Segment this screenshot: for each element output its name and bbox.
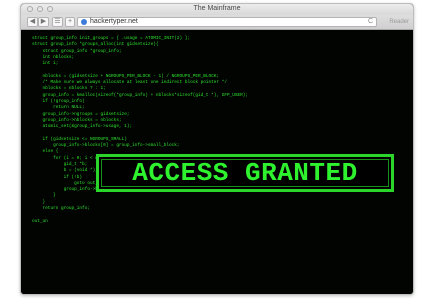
new-tab-button[interactable]: + [65, 17, 75, 27]
forward-button[interactable]: ▶ [38, 17, 49, 27]
reload-icon[interactable]: C [368, 18, 373, 26]
back-button[interactable]: ◀ [27, 17, 38, 27]
window-title: The Mainframe [193, 5, 241, 12]
address-url: hackertyper.net [90, 18, 138, 25]
terminal-screen[interactable]: struct group_info init_groups = { .usage… [21, 30, 413, 294]
access-granted-banner: ACCESS GRANTED [96, 154, 394, 192]
address-bar[interactable]: hackertyper.net C [77, 17, 377, 27]
reader-button[interactable]: Reader [389, 17, 409, 27]
sidebar-button[interactable]: ☰ [52, 17, 63, 27]
browser-toolbar: ◀ ▶ ☰ + hackertyper.net C Reader [21, 15, 413, 30]
globe-icon [81, 19, 87, 25]
browser-window: The Mainframe ◀ ▶ ☰ + hackertyper.net C … [20, 3, 414, 295]
code-output: struct group_info init_groups = { .usage… [32, 36, 249, 224]
title-bar: The Mainframe [21, 4, 413, 15]
